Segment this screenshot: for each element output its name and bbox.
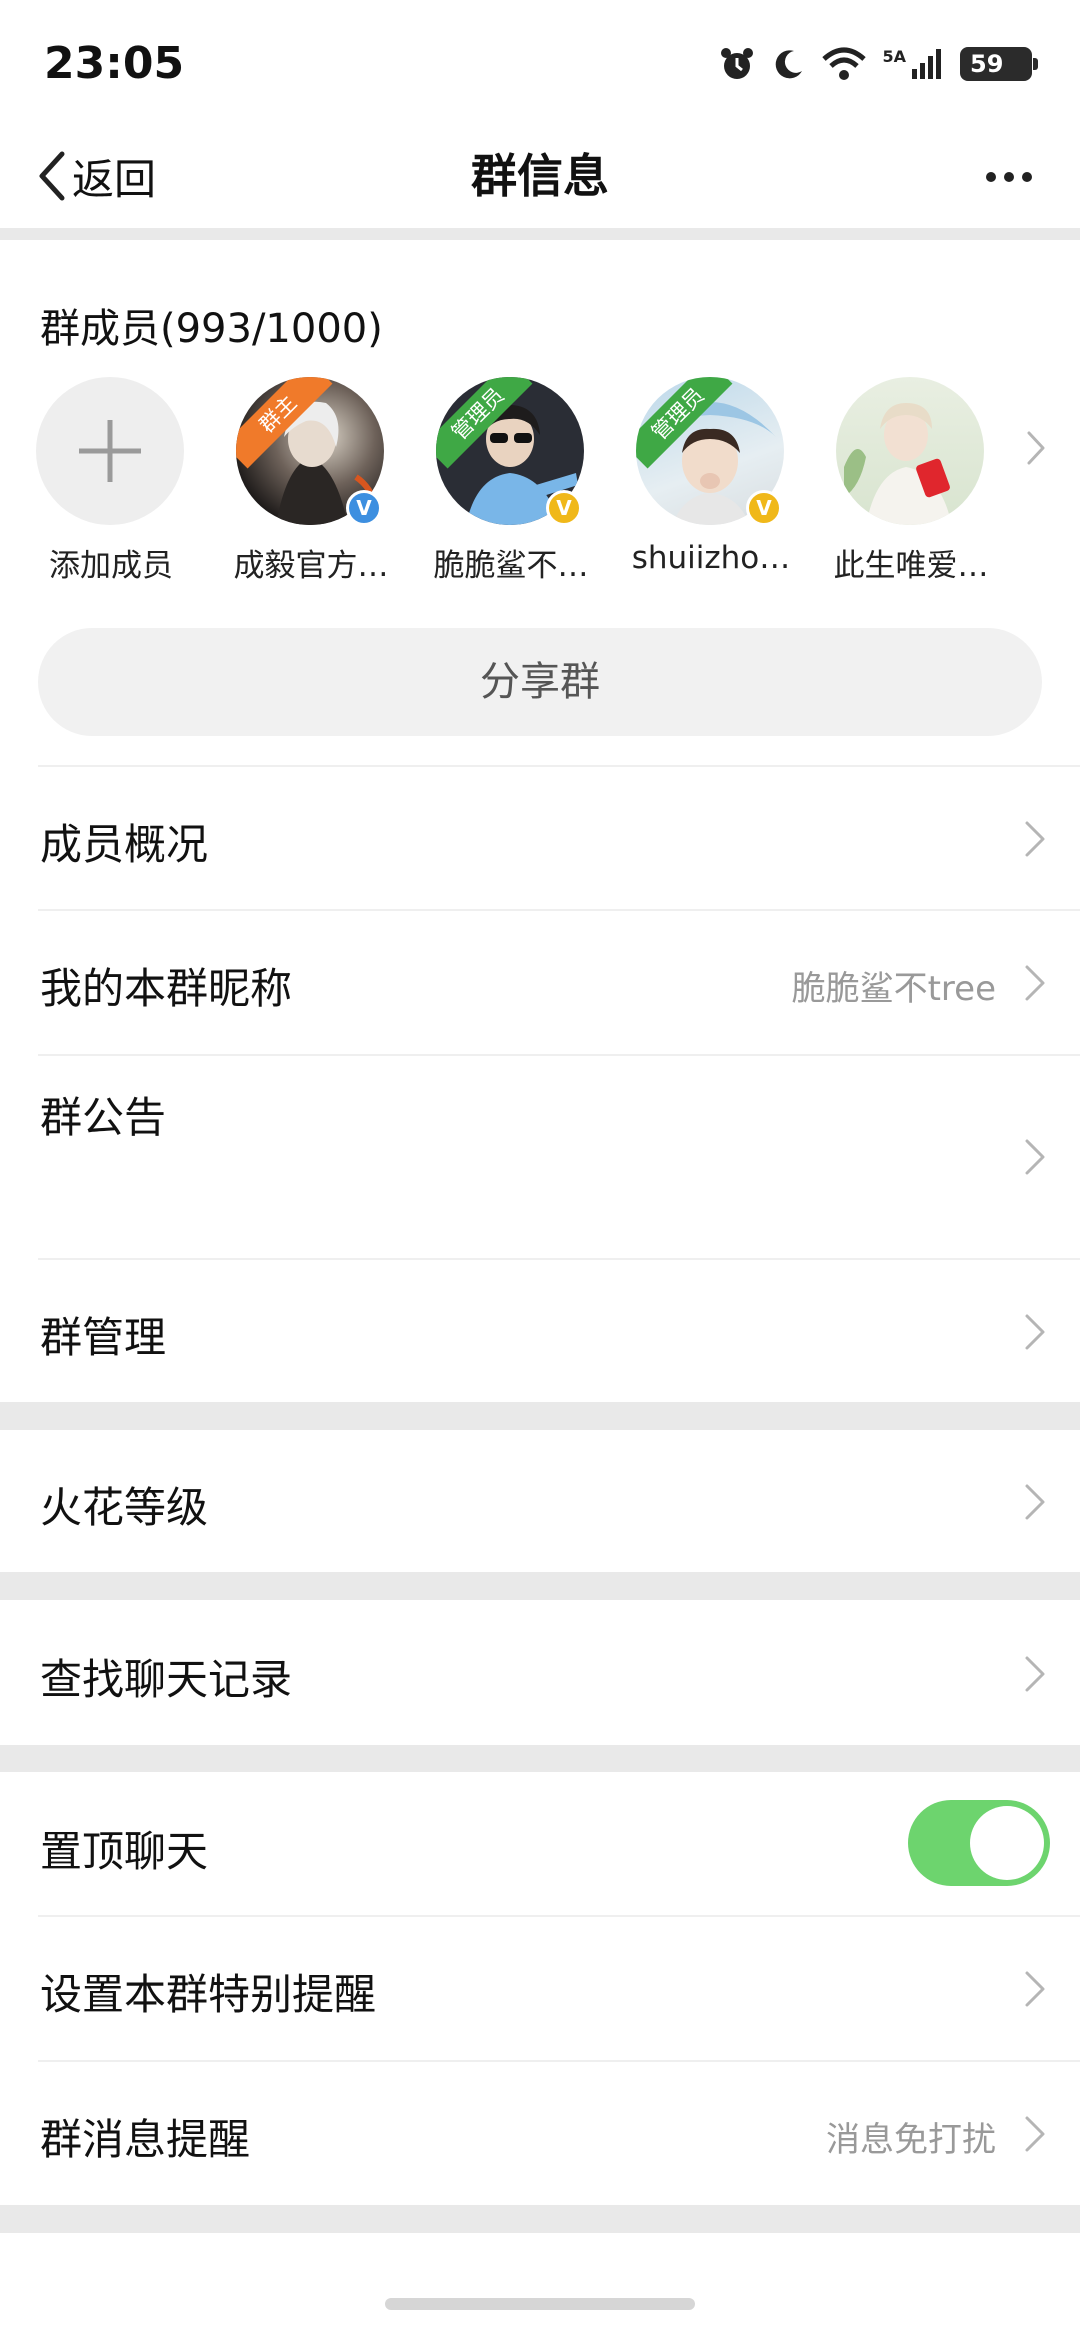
group-announcement-row[interactable]: 群公告: [0, 1056, 1080, 1258]
chevron-left-icon: [39, 151, 65, 201]
home-indicator[interactable]: [385, 2298, 695, 2310]
alarm-icon: [721, 48, 754, 79]
add-member-button[interactable]: 添加成员: [36, 377, 226, 587]
status-bar: 23:05 5A 59: [0, 0, 1080, 125]
status-time: 23:05: [44, 38, 185, 89]
search-chat-history-row[interactable]: 查找聊天记录: [0, 1600, 1080, 1745]
chevron-right-icon: [1025, 1484, 1045, 1520]
battery-level: 59: [970, 50, 1004, 78]
member-name: 脆脆鲨不…: [433, 548, 589, 584]
signal-icon: [912, 49, 941, 79]
chevron-right-icon: [1027, 431, 1045, 465]
member-item[interactable]: 管理员 V shuiizho…: [632, 377, 826, 587]
group-message-reminder-row[interactable]: 群消息提醒 消息免打扰: [0, 2062, 1080, 2205]
chevron-right-icon: [1025, 965, 1045, 1001]
back-label: 返回: [72, 154, 157, 204]
more-dot-icon: [1004, 172, 1014, 182]
pin-chat-toggle[interactable]: [908, 1800, 1050, 1886]
section-gap: [0, 1402, 1080, 1430]
chevron-right-icon: [1025, 1971, 1045, 2007]
my-group-nickname-row[interactable]: 我的本群昵称 脆脆鲨不tree: [0, 911, 1080, 1054]
chevron-right-icon: [1025, 1656, 1045, 1692]
back-button[interactable]: 返回: [36, 141, 156, 211]
row-label: 我的本群昵称: [40, 964, 293, 1013]
chevron-right-icon: [1025, 821, 1045, 857]
share-group-button[interactable]: 分享群: [38, 628, 1042, 736]
spark-level-row[interactable]: 火花等级: [0, 1430, 1080, 1572]
members-more-button[interactable]: [1026, 430, 1046, 470]
wifi-icon: [822, 47, 867, 80]
verified-badge-icon: V: [346, 490, 382, 526]
members-row: 添加成员 群主 V 成毅官方… 管理员 V 脆脆鲨不… 管理员 V shuiiz…: [36, 377, 1046, 587]
network-type: 5A: [882, 46, 906, 66]
row-label: 查找聊天记录: [40, 1655, 293, 1704]
row-label: 火花等级: [40, 1483, 209, 1532]
message-reminder-value: 消息免打扰: [826, 2120, 996, 2160]
verified-badge-icon: V: [546, 490, 582, 526]
nav-bar: 返回 群信息: [0, 125, 1080, 230]
member-item[interactable]: 管理员 V 脆脆鲨不…: [434, 377, 626, 587]
avatar: [836, 377, 984, 525]
status-icons: 5A 59: [718, 44, 1038, 84]
chevron-right-icon: [1025, 1314, 1045, 1350]
verified-badge-icon: V: [746, 490, 782, 526]
chevron-right-icon: [1025, 2116, 1045, 2152]
section-gap: [0, 228, 1080, 240]
section-gap: [0, 2205, 1080, 2233]
toggle-knob: [970, 1806, 1044, 1880]
row-label: 群公告: [40, 1093, 167, 1142]
row-label: 置顶聊天: [40, 1827, 209, 1876]
member-name: 添加成员: [49, 548, 173, 584]
group-management-row[interactable]: 群管理: [0, 1260, 1080, 1402]
nickname-value: 脆脆鲨不tree: [791, 969, 996, 1009]
special-reminder-row[interactable]: 设置本群特别提醒: [0, 1917, 1080, 2060]
row-label: 成员概况: [40, 820, 209, 869]
row-label: 群管理: [40, 1313, 167, 1362]
battery-icon: 59: [960, 47, 1038, 81]
member-overview-row[interactable]: 成员概况: [0, 767, 1080, 909]
moon-icon: [776, 50, 803, 79]
chevron-right-icon: [1025, 1139, 1045, 1175]
section-gap: [0, 1745, 1080, 1772]
members-title: 群成员(993/1000): [40, 306, 383, 352]
more-dot-icon: [986, 172, 996, 182]
member-name: 此生唯爱…: [833, 548, 989, 584]
more-button[interactable]: [974, 149, 1044, 205]
more-dot-icon: [1022, 172, 1032, 182]
member-item[interactable]: 群主 V 成毅官方…: [234, 377, 426, 587]
page-title: 群信息: [471, 149, 609, 203]
member-item[interactable]: 此生唯爱…: [834, 377, 1026, 587]
add-member-avatar: [36, 377, 184, 525]
section-gap: [0, 1572, 1080, 1600]
member-name: 成毅官方…: [233, 548, 389, 584]
member-name: shuiizho…: [631, 540, 791, 576]
group-info-screen: 23:05 5A 59 返回 群信息 群成员(993/1000) 添加成员 群主…: [0, 0, 1080, 2330]
plus-icon: [79, 420, 141, 482]
row-label: 设置本群特别提醒: [40, 1970, 377, 2019]
avatar-image: [844, 403, 952, 525]
pin-chat-row: 置顶聊天: [0, 1772, 1080, 1915]
row-label: 群消息提醒: [40, 2115, 251, 2164]
